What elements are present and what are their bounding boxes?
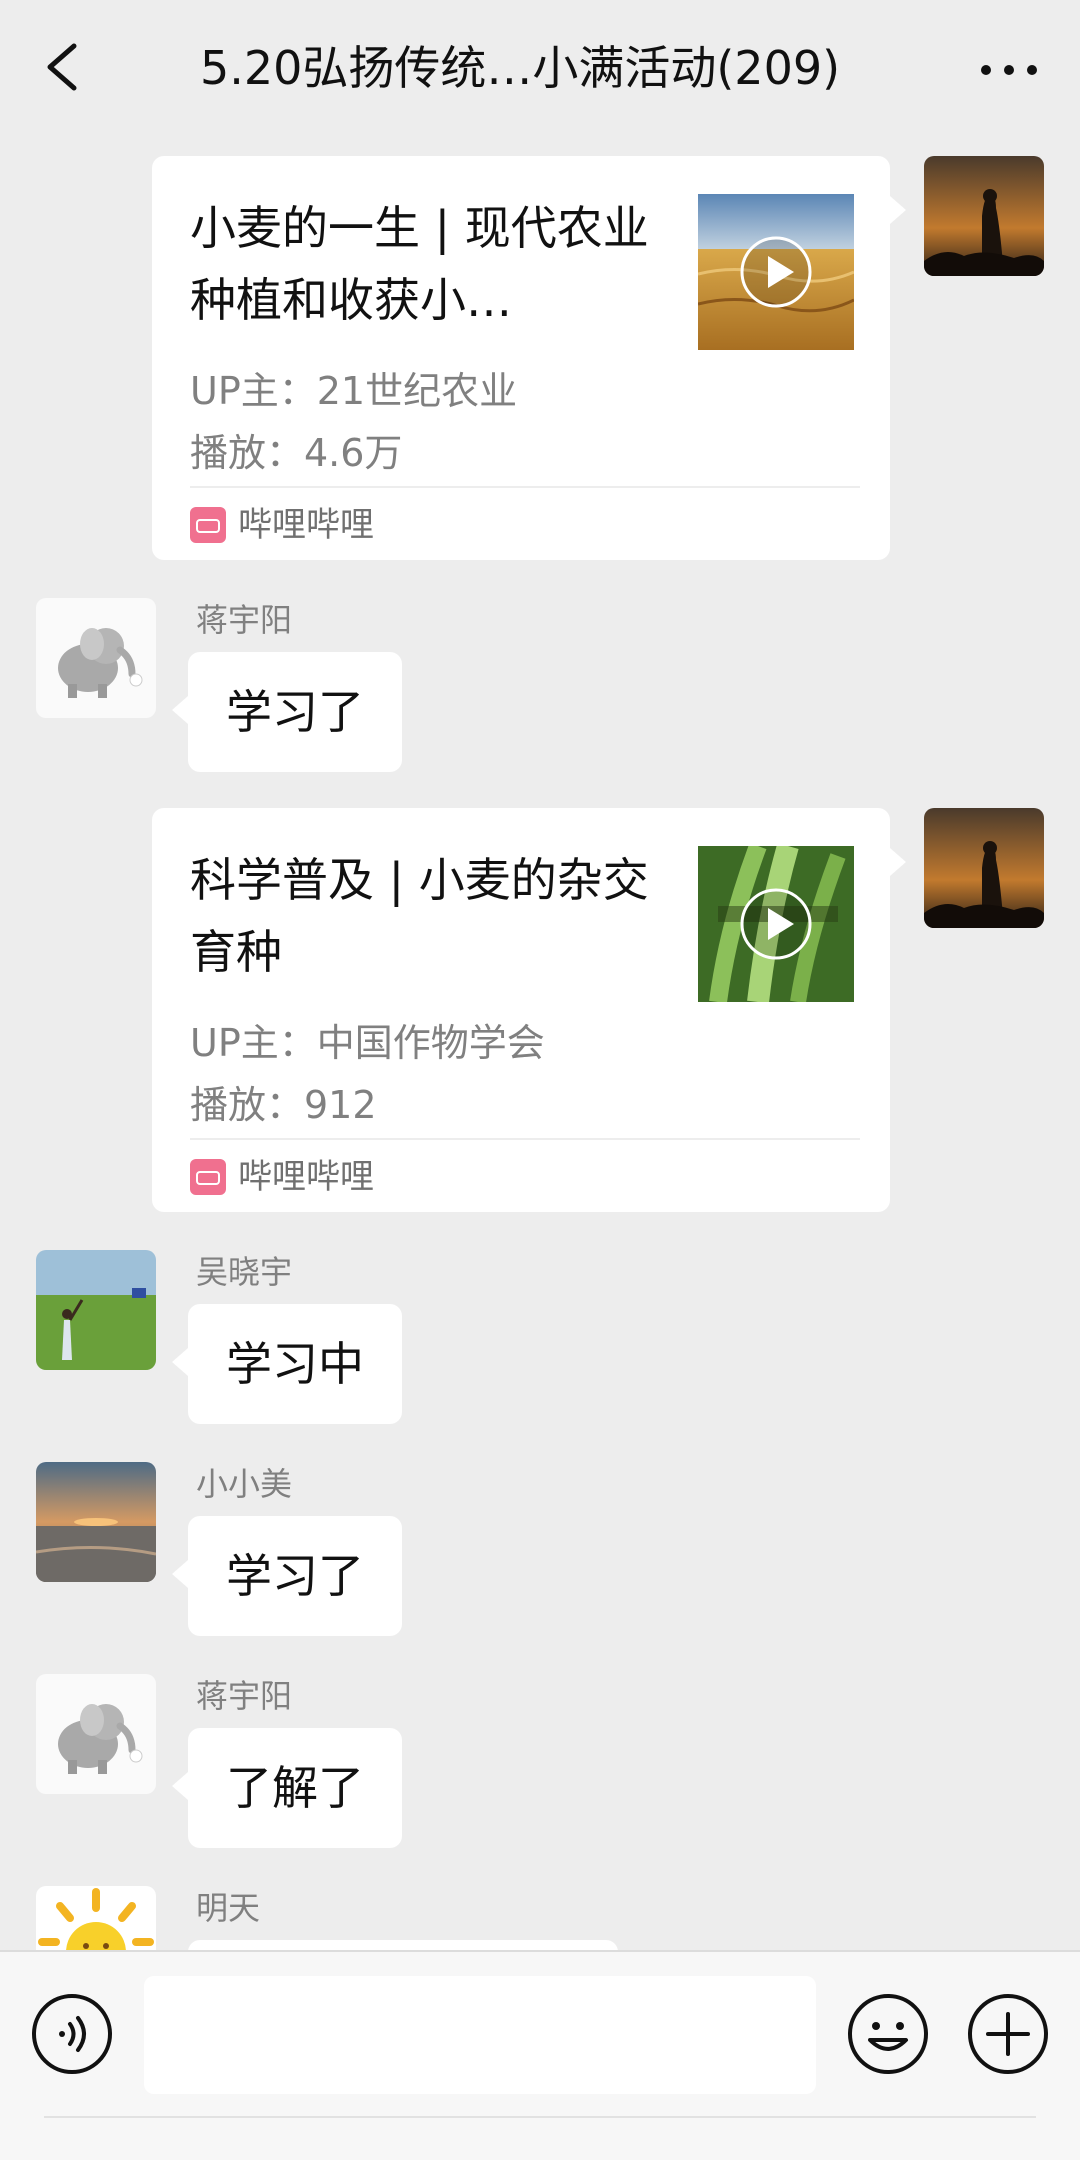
ellipsis-icon [981, 65, 1037, 75]
message-list[interactable]: 小麦的一生 | 现代农业种植和收获小… UP主：21世纪农业 播放：4.6万 哔… [0, 138, 1080, 1950]
emoji-icon [848, 1994, 928, 2074]
card-plays: 播放：4.6万 [190, 431, 403, 475]
wheat-field-video-thumbnail [698, 194, 854, 350]
wheat-flower-video-thumbnail [698, 846, 854, 1002]
card-source-label: 哔哩哔哩 [238, 505, 374, 545]
link-card[interactable]: 科学普及 | 小麦的杂交育种 UP主：中国作物学会 播放：912 哔哩哔哩 [152, 808, 906, 1212]
home-indicator [44, 2116, 1036, 2118]
chevron-left-icon [47, 43, 77, 91]
sender-name: 蒋宇阳 [196, 1677, 293, 1715]
voice-button[interactable] [30, 1992, 114, 2076]
emoji-button[interactable] [846, 1992, 930, 2076]
sender-name: 蒋宇阳 [196, 601, 293, 639]
sun-avatar[interactable] [36, 1886, 156, 1950]
more-options-button[interactable] [974, 40, 1044, 100]
card-uploader: UP主：中国作物学会 [190, 1021, 545, 1065]
link-card[interactable]: 小麦的一生 | 现代农业种植和收获小… UP主：21世纪农业 播放：4.6万 哔… [152, 156, 906, 560]
plus-icon [968, 1994, 1048, 2074]
bilibili-icon [190, 507, 226, 543]
card-source: 哔哩哔哩 [190, 1154, 374, 1200]
card-divider [190, 486, 860, 488]
card-source-label: 哔哩哔哩 [238, 1157, 374, 1197]
elephant-avatar[interactable] [36, 1674, 156, 1794]
grassland-avatar[interactable] [36, 1250, 156, 1370]
sender-name: 吴晓宇 [196, 1253, 293, 1291]
my-avatar[interactable] [924, 156, 1044, 276]
chat-header: 5.20弘扬传统…小满活动(209) [0, 0, 1080, 138]
message-bubble[interactable]: 了解了 [172, 1728, 402, 1848]
beach-sunset-avatar[interactable] [36, 1462, 156, 1582]
message-bubble[interactable]: 学习了 [172, 652, 402, 772]
card-title: 小麦的一生 | 现代农业种植和收获小… [190, 201, 649, 327]
card-title: 科学普及 | 小麦的杂交育种 [190, 853, 649, 979]
card-source: 哔哩哔哩 [190, 502, 374, 548]
message-bubble[interactable]: 学习中 [172, 1304, 402, 1424]
my-avatar[interactable] [924, 808, 1044, 928]
back-button[interactable] [36, 32, 96, 102]
chat-title: 5.20弘扬传统…小满活动(209) [199, 41, 841, 95]
sender-name: 明天 [196, 1889, 261, 1927]
more-functions-button[interactable] [966, 1992, 1050, 2076]
message-input[interactable] [144, 1976, 816, 2094]
card-plays: 播放：912 [190, 1083, 377, 1127]
message-bubble[interactable] [188, 1940, 618, 1950]
chat-screen: 5.20弘扬传统…小满活动(209) 小麦的一生 | 现代农业种植和收获小… U… [0, 0, 1080, 2160]
message-bubble[interactable]: 学习了 [172, 1516, 402, 1636]
voice-icon [32, 1994, 112, 2074]
card-uploader: UP主：21世纪农业 [190, 369, 518, 413]
input-bar [0, 1950, 1080, 2160]
elephant-avatar[interactable] [36, 598, 156, 718]
bilibili-icon [190, 1159, 226, 1195]
card-divider [190, 1138, 860, 1140]
sender-name: 小小美 [196, 1465, 293, 1503]
